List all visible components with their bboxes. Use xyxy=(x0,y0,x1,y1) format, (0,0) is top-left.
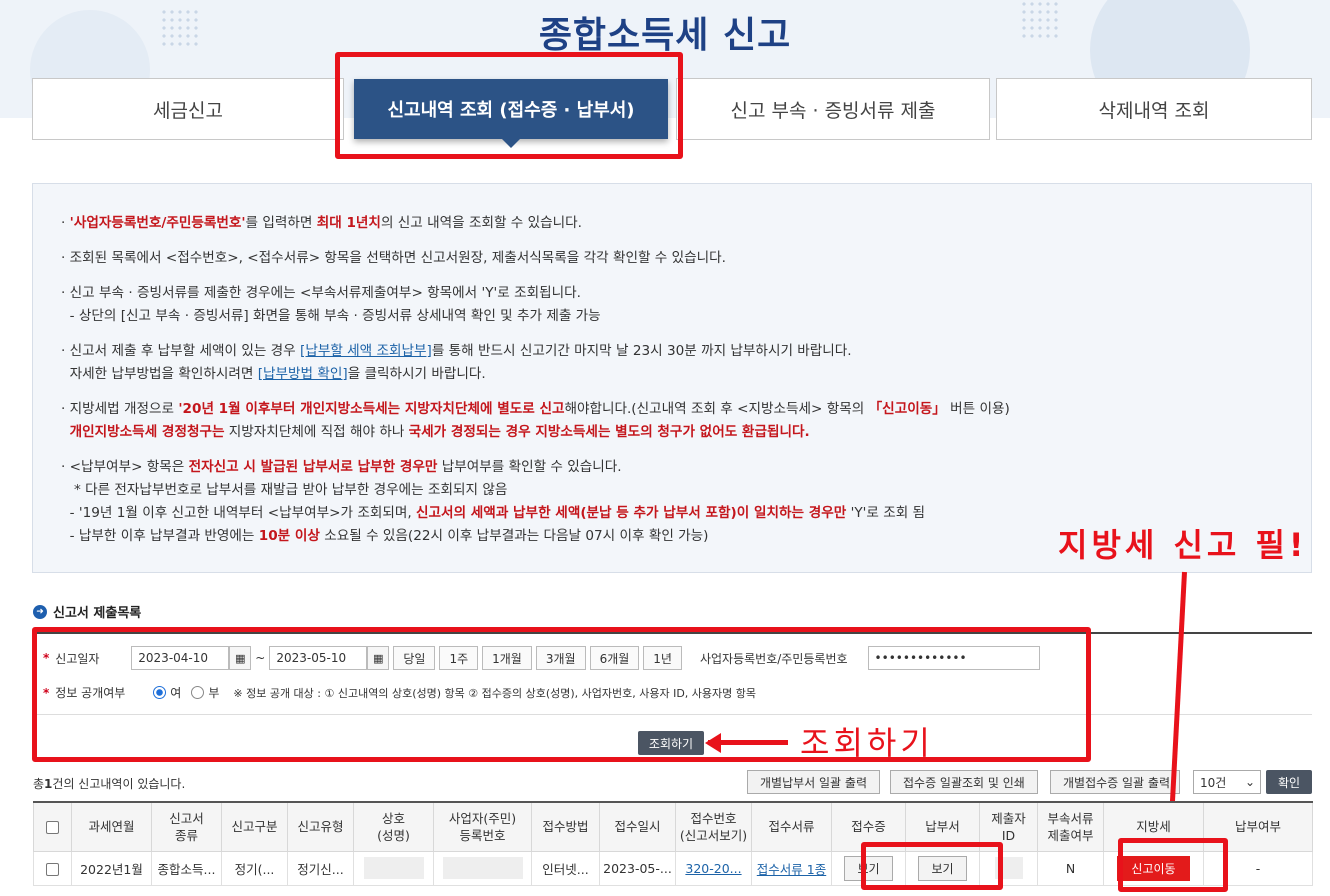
date-to-input[interactable]: 2023-05-10 xyxy=(269,646,368,670)
cell-name xyxy=(353,850,434,886)
table-header: 부속서류 제출여부 xyxy=(1037,801,1104,852)
cell-paid: - xyxy=(1203,850,1313,886)
cell-method: 인터넷... xyxy=(531,850,600,886)
table-header: 접수번호 (신고서보기) xyxy=(675,801,752,852)
masked-value xyxy=(442,857,523,879)
table-header: 접수일시 xyxy=(599,801,676,852)
notice-item: · 지방세법 개정으로 '20년 1월 이후부터 개인지방소득세는 지방자치단체… xyxy=(61,401,1010,440)
cell-division: 정기(... xyxy=(221,850,288,886)
search-form: * 신고일자 2023-04-10 ▦ ~ 2023-05-10 ▦ 당일 1주… xyxy=(33,632,1312,714)
header-checkbox[interactable] xyxy=(33,801,72,852)
period-3month-button[interactable]: 3개월 xyxy=(535,646,586,670)
print-receipt-button[interactable]: 접수증 일괄조회 및 인쇄 xyxy=(890,770,1038,794)
id-input[interactable]: ••••••••••••• xyxy=(867,646,1040,670)
docs-link[interactable]: 접수서류 1종 xyxy=(751,850,832,886)
section-title: ➜ 신고서 제출목록 xyxy=(33,602,141,621)
table-header: 납부서 xyxy=(905,801,980,852)
view-receipt-button[interactable]: 보기 xyxy=(844,855,893,881)
link-pay-tax[interactable]: [납부할 세액 조회납부] xyxy=(300,343,432,359)
table-header: 접수서류 xyxy=(751,801,832,852)
notice-box: · '사업자등록번호/주민등록번호'를 입력하면 최대 1년치의 신고 내역을 … xyxy=(32,183,1312,573)
table-header: 지방세 xyxy=(1103,801,1204,852)
table-header: 신고서 종류 xyxy=(151,801,222,852)
tab-tax-filing[interactable]: 세금신고 xyxy=(32,78,344,140)
filing-table: 과세연월 신고서 종류 신고구분 신고유형 상호 (성명) 사업자(주민) 등록… xyxy=(33,801,1313,886)
search-button[interactable]: 조회하기 xyxy=(638,731,704,755)
period-1week-button[interactable]: 1주 xyxy=(439,646,479,670)
cell-local-tax: 신고이동 xyxy=(1103,850,1204,886)
public-label: 정보 공개여부 xyxy=(55,686,126,700)
print-individual-button[interactable]: 개별접수증 일괄 출력 xyxy=(1050,770,1180,794)
radio-yes[interactable] xyxy=(153,686,167,699)
table-header: 사업자(주민) 등록번호 xyxy=(433,801,532,852)
calendar-icon[interactable]: ▦ xyxy=(229,646,252,670)
table-header: 신고구분 xyxy=(221,801,288,852)
page-size-select[interactable]: 10건 ⌄ xyxy=(1193,770,1261,794)
period-1year-button[interactable]: 1년 xyxy=(643,646,682,670)
annotation-arrowhead xyxy=(705,733,721,753)
notice-item: · '사업자등록번호/주민등록번호'를 입력하면 최대 1년치의 신고 내역을 … xyxy=(61,215,582,231)
public-note: ※ 정보 공개 대상 : ① 신고내역의 상호(성명) 항목 ② 접수증의 상호… xyxy=(233,686,757,700)
notice-item: · 신고서 제출 후 납부할 세액이 있는 경우 [납부할 세액 조회납부]를 … xyxy=(61,343,852,382)
table-header: 납부여부 xyxy=(1203,801,1313,852)
divider xyxy=(33,714,1312,715)
table-header: 접수증 xyxy=(831,801,906,852)
calendar-icon[interactable]: ▦ xyxy=(367,646,390,670)
date-separator: ~ xyxy=(255,651,266,665)
local-tax-move-button[interactable]: 신고이동 xyxy=(1117,855,1190,881)
cell-attached: N xyxy=(1037,850,1104,886)
annotation-local-tax: 지방세 신고 필! xyxy=(1058,526,1308,564)
cell-type: 정기신... xyxy=(287,850,354,886)
chevron-down-icon: ⌄ xyxy=(1244,775,1255,789)
result-count: 총1건의 신고내역이 있습니다. xyxy=(33,777,186,791)
tab-filing-history[interactable]: 신고내역 조회 (접수증 · 납부서) xyxy=(354,79,668,148)
table-header: 과세연월 xyxy=(71,801,152,852)
annotation-search: 조회하기 xyxy=(800,724,934,762)
masked-value xyxy=(994,857,1023,879)
cell-receipt: 보기 xyxy=(831,850,906,886)
period-1month-button[interactable]: 1개월 xyxy=(482,646,532,670)
radio-no-label: 부 xyxy=(208,686,220,700)
tab-deleted-history[interactable]: 삭제내역 조회 xyxy=(996,78,1312,140)
view-payment-button[interactable]: 보기 xyxy=(918,855,967,881)
table-header-row: 과세연월 신고서 종류 신고구분 신고유형 상호 (성명) 사업자(주민) 등록… xyxy=(33,801,1313,852)
period-6month-button[interactable]: 6개월 xyxy=(589,646,640,670)
cell-submitter xyxy=(979,850,1038,886)
required-mark: * xyxy=(43,685,50,700)
notice-item: · 조회된 목록에서 <접수번호>, <접수서류> 항목을 선택하면 신고서원장… xyxy=(61,250,726,266)
radio-yes-label: 여 xyxy=(170,686,182,700)
row-checkbox[interactable] xyxy=(33,850,72,886)
page-title: 종합소득세 신고 xyxy=(538,15,792,56)
table-header: 상호 (성명) xyxy=(353,801,434,852)
date-from-input[interactable]: 2023-04-10 xyxy=(131,646,230,670)
tab-attachments[interactable]: 신고 부속 · 증빙서류 제출 xyxy=(676,78,990,140)
masked-value xyxy=(363,857,424,879)
link-pay-method[interactable]: [납부방법 확인] xyxy=(258,366,348,382)
table-header: 제출자 ID xyxy=(979,801,1038,852)
notice-item: · 신고 부속 · 증빙서류를 제출한 경우에는 <부속서류제출여부> 항목에서… xyxy=(61,285,601,324)
date-label: 신고일자 xyxy=(55,651,100,666)
cell-period: 2022년1월 xyxy=(71,850,152,886)
tab-bar: 세금신고 신고내역 조회 (접수증 · 납부서) 신고 부속 · 증빙서류 제출… xyxy=(32,78,1312,148)
radio-no[interactable] xyxy=(191,686,205,699)
confirm-button[interactable]: 확인 xyxy=(1266,770,1312,794)
table-row: 2022년1월 종합소득... 정기(... 정기신... 인터넷... 202… xyxy=(33,850,1313,886)
arrow-right-icon: ➜ xyxy=(33,604,47,619)
period-today-button[interactable]: 당일 xyxy=(393,646,436,670)
id-label: 사업자등록번호/주민등록번호 xyxy=(699,651,848,666)
table-header: 접수방법 xyxy=(531,801,600,852)
cell-kind: 종합소득... xyxy=(151,850,222,886)
table-header: 신고유형 xyxy=(287,801,354,852)
print-payment-button[interactable]: 개별납부서 일괄 출력 xyxy=(747,770,880,794)
required-mark: * xyxy=(43,651,50,665)
receipt-number-link[interactable]: 320-20... xyxy=(675,850,752,886)
cell-payment: 보기 xyxy=(905,850,980,886)
cell-datetime: 2023-05-... xyxy=(599,850,676,886)
cell-reg-no xyxy=(433,850,532,886)
